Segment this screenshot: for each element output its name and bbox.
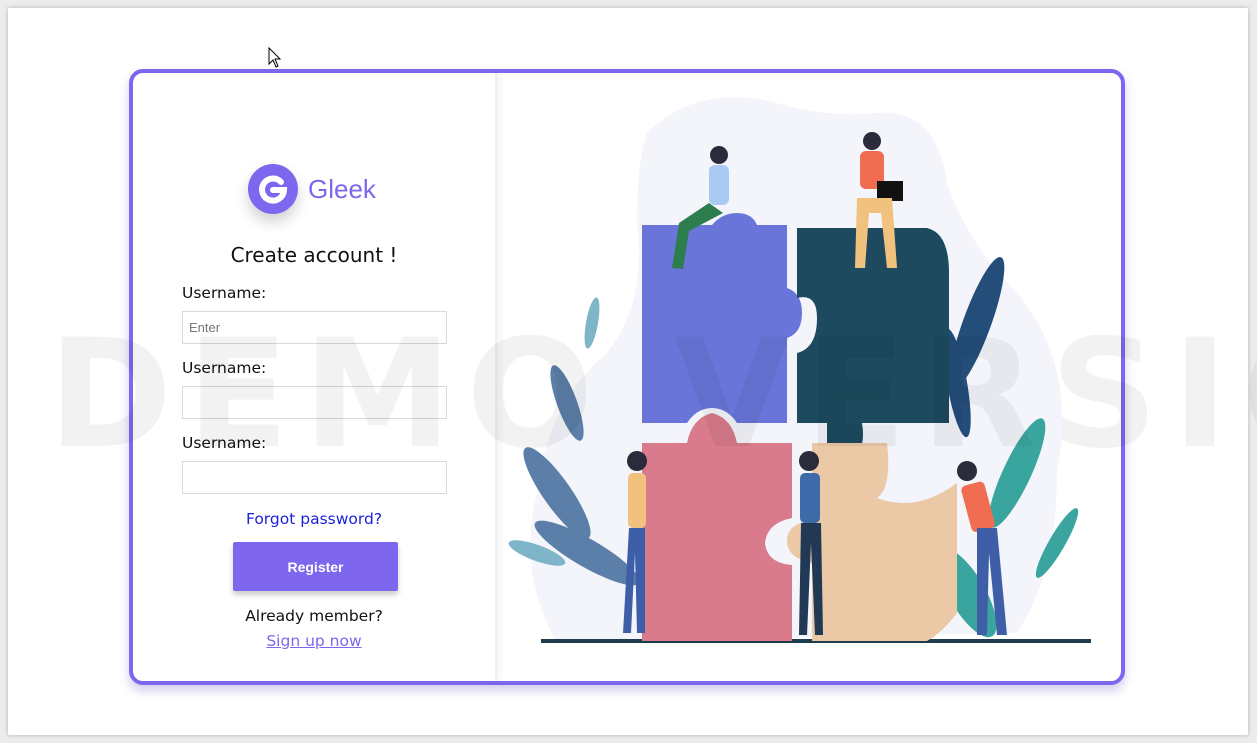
form-title: Create account ! [230,243,398,267]
forgot-password-link[interactable]: Forgot password? [133,510,495,528]
username-label-3: Username: [182,434,267,452]
username-input-1[interactable] [182,311,447,344]
username-label-1: Username: [182,284,267,302]
logo-icon [248,164,298,214]
username-label-2: Username: [182,359,267,377]
brand-logo: Gleek [248,163,376,215]
already-member-text: Already member? [245,607,383,625]
page: Gleek Create account ! Username: Usernam… [8,8,1257,735]
mouse-cursor-icon [268,47,282,68]
sign-up-link[interactable]: Sign up now [133,632,495,650]
puzzle-illustration [497,73,1121,681]
register-button[interactable]: Register [233,542,398,591]
signup-card: Gleek Create account ! Username: Usernam… [129,69,1125,685]
username-input-2[interactable] [182,386,447,419]
brand-name: Gleek [308,173,376,204]
username-input-3[interactable] [182,461,447,494]
form-panel: Gleek Create account ! Username: Usernam… [133,73,497,681]
